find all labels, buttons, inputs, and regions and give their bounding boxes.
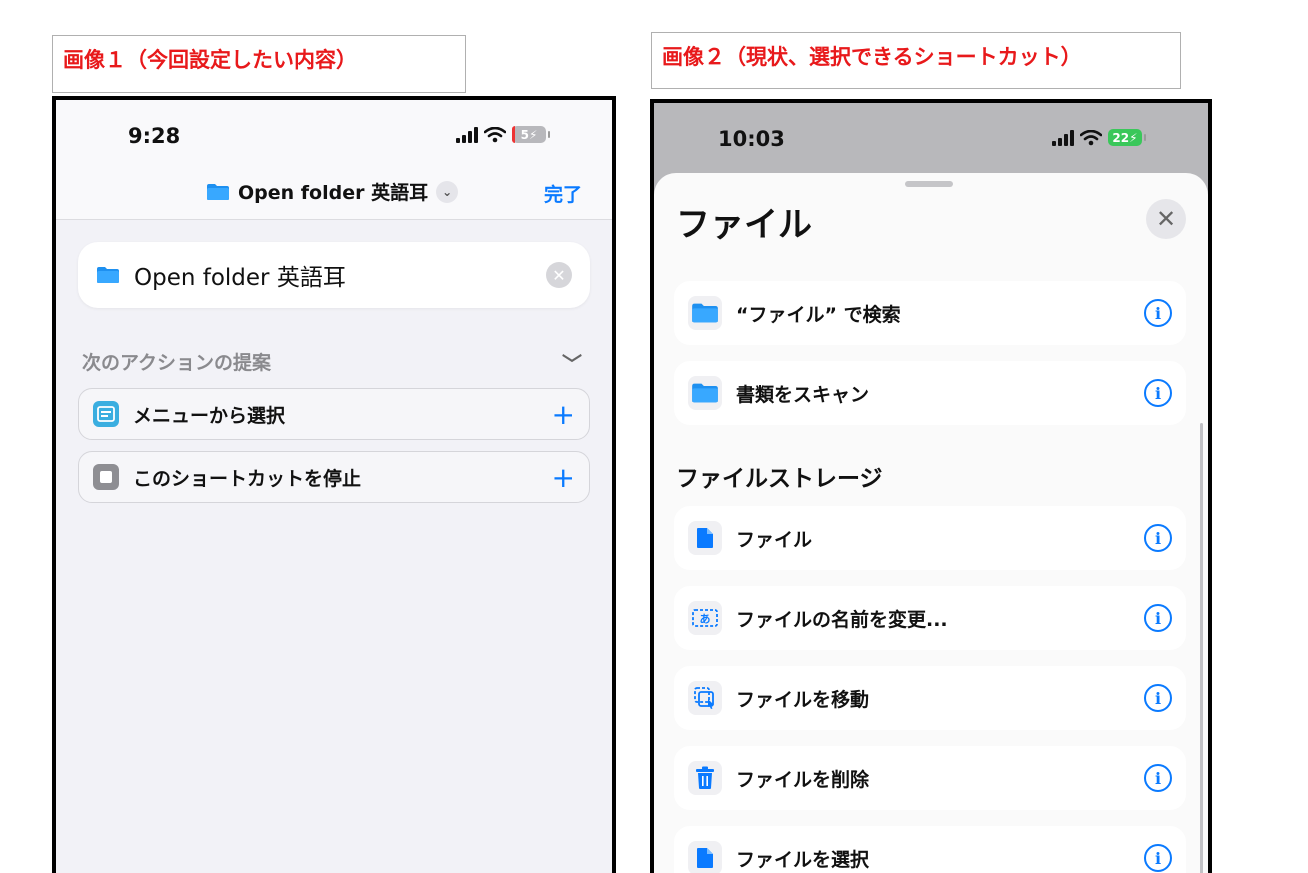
phone-screenshot-1: 9:28 5 ⚡ Open folder 英語耳 ⌄ 完了 Open folder… (52, 96, 616, 873)
info-icon[interactable]: i (1144, 844, 1172, 872)
done-button[interactable]: 完了 (544, 180, 582, 207)
clear-icon[interactable]: ✕ (546, 262, 572, 288)
close-button[interactable]: ✕ (1146, 199, 1186, 239)
trash-icon (688, 761, 722, 795)
status-time: 10:03 (718, 127, 785, 151)
row-label: ファイルを選択 (736, 848, 870, 871)
folder-icon (96, 266, 120, 284)
suggestion-stop[interactable]: このショートカットを停止 + (78, 451, 590, 503)
add-icon[interactable]: + (552, 398, 575, 431)
cellular-signal-icon (1052, 129, 1074, 146)
wifi-icon (1080, 129, 1102, 145)
bottom-sheet: ファイル ✕ “ファイル” で検索 i 書類をスキャン i ファイルストレージ … (654, 173, 1208, 873)
info-icon[interactable]: i (1144, 379, 1172, 407)
action-row[interactable]: ファイルを削除 i (674, 746, 1186, 810)
action-row[interactable]: ファイル i (674, 506, 1186, 570)
scrollbar[interactable] (1200, 423, 1203, 873)
info-icon[interactable]: i (1144, 604, 1172, 632)
status-time: 9:28 (128, 124, 181, 148)
suggestion-menu[interactable]: メニューから選択 + (78, 388, 590, 440)
action-row[interactable]: ファイルを選択 i (674, 826, 1186, 873)
row-label: ファイルを削除 (736, 768, 870, 791)
sheet-title: ファイル (676, 205, 812, 245)
caption-image1: 画像１（今回設定したい内容） (52, 35, 466, 93)
suggestions-header[interactable]: 次のアクションの提案 ﹀ (82, 348, 582, 377)
action-card[interactable]: Open folder 英語耳 ✕ (78, 242, 590, 308)
action-row[interactable]: あ ファイルの名前を変更... i (674, 586, 1186, 650)
battery-icon: 22 ⚡ (1108, 129, 1146, 146)
move-icon (688, 681, 722, 715)
document-icon (688, 841, 722, 873)
status-icons: 22 ⚡ (1052, 129, 1146, 146)
section-title: ファイルストレージ (676, 466, 883, 492)
cellular-signal-icon (456, 126, 478, 143)
info-icon[interactable]: i (1144, 764, 1172, 792)
close-icon: ✕ (1155, 205, 1177, 233)
suggestion-label: このショートカットを停止 (133, 467, 362, 490)
suggestion-label: メニューから選択 (133, 404, 286, 427)
row-label: ファイル (736, 528, 813, 551)
menu-icon (93, 401, 119, 427)
info-icon[interactable]: i (1144, 684, 1172, 712)
status-icons: 5 ⚡ (456, 126, 550, 143)
caption-image2: 画像２（現状、選択できるショートカット） (651, 32, 1181, 89)
nav-title-text: Open folder 英語耳 (238, 182, 429, 204)
chevron-down-icon[interactable]: ⌄ (436, 180, 459, 203)
svg-text:あ: あ (700, 613, 711, 626)
add-icon[interactable]: + (552, 461, 575, 494)
rename-icon: あ (688, 601, 722, 635)
stop-icon (93, 464, 119, 490)
row-label: ファイルを移動 (736, 688, 870, 711)
action-row[interactable]: ファイルを移動 i (674, 666, 1186, 730)
battery-icon: 5 ⚡ (512, 126, 550, 143)
phone-screenshot-2: 10:03 22⚡ ファイル ✕ “ファイル” で検索 i 書類をスキャン i (650, 99, 1212, 873)
row-label: 書類をスキャン (736, 383, 870, 406)
row-label: “ファイル” で検索 (736, 303, 901, 326)
battery-level: 5 (520, 127, 529, 142)
info-icon[interactable]: i (1144, 299, 1172, 327)
battery-level: 22 (1112, 130, 1130, 145)
wifi-icon (484, 126, 506, 142)
action-card-text: Open folder 英語耳 (134, 265, 346, 291)
action-row[interactable]: “ファイル” で検索 i (674, 281, 1186, 345)
action-row[interactable]: 書類をスキャン i (674, 361, 1186, 425)
folder-icon (206, 183, 230, 201)
chevron-down-icon[interactable]: ﹀ (562, 348, 582, 377)
folder-icon (688, 296, 722, 330)
folder-icon (688, 376, 722, 410)
document-icon (688, 521, 722, 555)
sheet-grabber[interactable] (905, 181, 953, 187)
suggestions-header-text: 次のアクションの提案 (82, 352, 272, 374)
row-label: ファイルの名前を変更... (736, 608, 948, 631)
info-icon[interactable]: i (1144, 524, 1172, 552)
nav-title[interactable]: Open folder 英語耳 ⌄ (206, 178, 459, 205)
